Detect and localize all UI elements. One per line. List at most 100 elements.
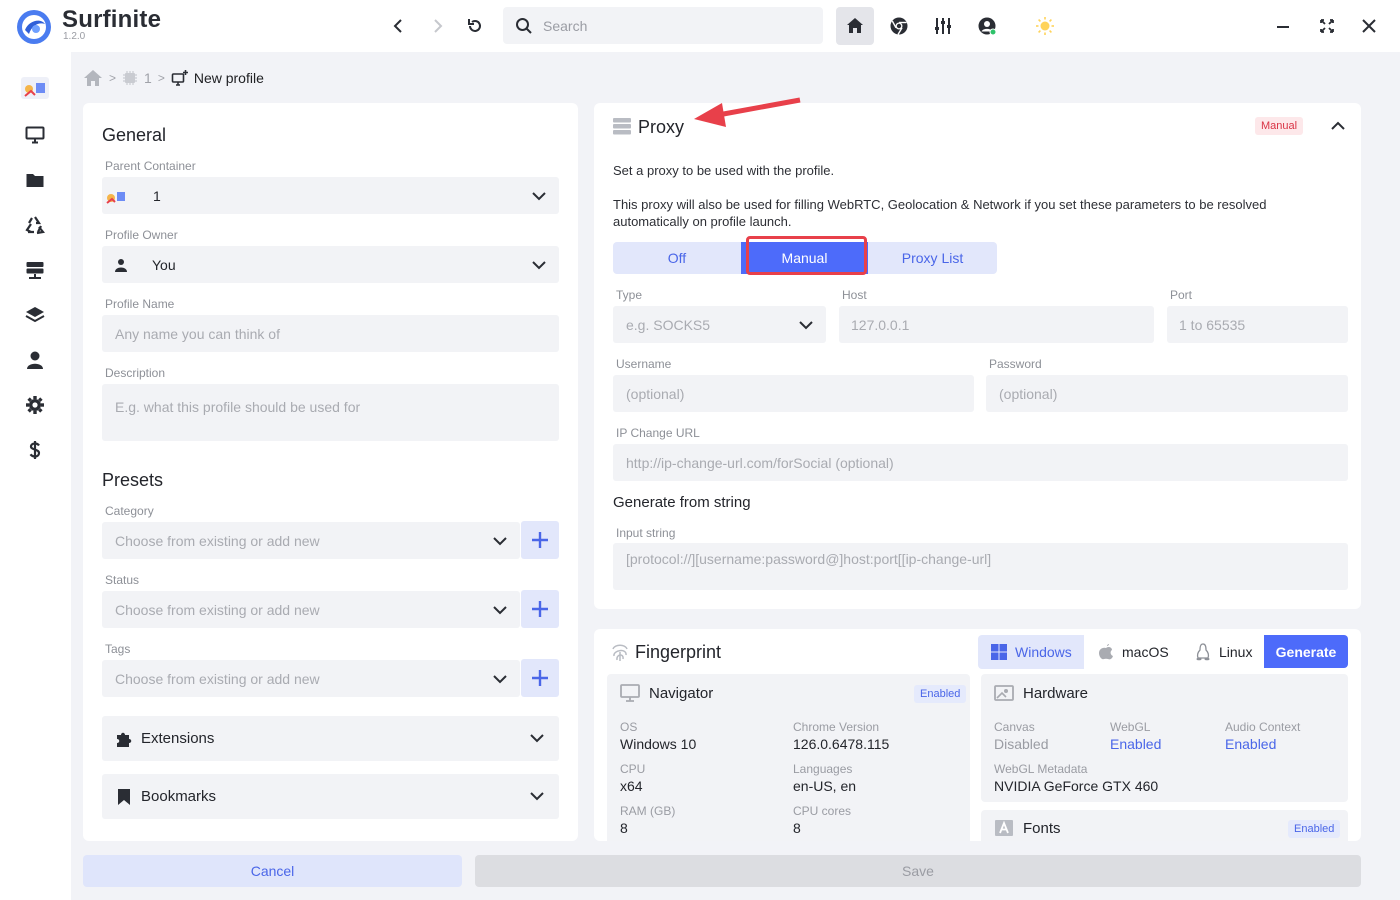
container-avatar-icon [106, 191, 125, 204]
home-icon[interactable] [83, 68, 103, 88]
chevron-down-icon [530, 734, 544, 743]
proxy-type-select[interactable]: e.g. SOCKS5 [613, 306, 826, 343]
reload-icon [468, 19, 481, 32]
search-box[interactable] [503, 7, 823, 44]
webgl-label: WebGL [1110, 720, 1151, 734]
sidebar-item-container-avatar[interactable] [18, 70, 52, 104]
proxy-status-badge: Manual [1255, 117, 1304, 135]
cancel-button[interactable]: Cancel [83, 855, 462, 887]
forward-button[interactable] [421, 10, 453, 42]
general-panel: General Parent Container 1 Profile Owner… [83, 103, 578, 841]
proxy-mode-list[interactable]: Proxy List [868, 242, 997, 274]
chrome-version-value: 126.0.6478.115 [793, 736, 890, 752]
os-value: Windows 10 [620, 736, 697, 752]
maximize-button[interactable] [1308, 7, 1346, 45]
navigator-badge: Enabled [914, 685, 967, 703]
os-tab-macos[interactable]: macOS [1097, 635, 1187, 669]
proxy-username-placeholder: (optional) [626, 385, 685, 402]
chevron-up-icon[interactable] [1330, 118, 1346, 134]
sidebar-item-folders[interactable] [20, 165, 50, 195]
proxy-username-label: Username [616, 357, 672, 371]
os-tab-windows[interactable]: Windows [978, 635, 1084, 669]
close-window-button[interactable] [1350, 7, 1388, 45]
os-label: OS [620, 720, 638, 734]
fonts-card: Fonts Enabled [981, 810, 1348, 841]
breadcrumb-separator: > [109, 71, 117, 85]
category-select[interactable]: Choose from existing or add new [102, 522, 520, 559]
proxy-mode-off[interactable]: Off [613, 242, 741, 274]
input-string-textarea[interactable]: [protocol://][username:password@]host:po… [613, 543, 1348, 590]
back-button[interactable] [383, 10, 415, 42]
proxy-password-input[interactable]: (optional) [986, 375, 1348, 412]
linux-icon [1196, 643, 1210, 661]
presets-title: Presets [102, 470, 164, 490]
proxy-username-input[interactable]: (optional) [613, 375, 974, 412]
proxy-port-label: Port [1170, 288, 1193, 302]
add-tag-button[interactable] [521, 659, 559, 697]
profile-name-placeholder: Any name you can think of [115, 325, 280, 342]
proxy-port-input[interactable]: 1 to 65535 [1167, 306, 1348, 343]
extensions-toggle[interactable]: Extensions [102, 716, 559, 761]
tags-select[interactable]: Choose from existing or add new [102, 660, 520, 697]
navigator-title: Navigator [649, 684, 714, 702]
home-icon [847, 18, 863, 33]
ram-label: RAM (GB) [620, 804, 676, 818]
profile-owner-value: You [152, 256, 176, 273]
theme-toggle-button[interactable] [1026, 7, 1064, 45]
extensions-label: Extensions [141, 730, 215, 747]
audio-context-value: Enabled [1225, 736, 1277, 752]
proxy-description-detail: This proxy will also be used for filling… [613, 197, 1267, 229]
sidebar-item-billing[interactable] [20, 435, 50, 465]
profile-name-input[interactable]: Any name you can think of [102, 315, 559, 352]
add-category-button[interactable] [521, 521, 559, 559]
cpu-cores-label: CPU cores [793, 804, 852, 818]
bookmarks-toggle[interactable]: Bookmarks [102, 774, 559, 819]
reload-button[interactable] [459, 10, 491, 42]
sidebar-item-profiles[interactable] [20, 120, 50, 150]
generate-fingerprint-button[interactable]: Generate [1264, 635, 1348, 668]
search-input[interactable] [543, 17, 803, 34]
proxy-host-input[interactable]: 127.0.0.1 [839, 306, 1154, 343]
puzzle-icon [117, 732, 132, 747]
category-label: Category [105, 504, 154, 518]
container-avatar-icon [21, 77, 49, 99]
account-button[interactable] [968, 7, 1006, 45]
bookmarks-label: Bookmarks [141, 788, 217, 805]
sidebar-item-recycle[interactable] [20, 210, 50, 240]
tags-placeholder: Choose from existing or add new [115, 670, 320, 687]
sliders-icon [935, 18, 951, 34]
plus-icon [532, 601, 548, 617]
breadcrumb-container[interactable]: 1 [144, 70, 152, 86]
ip-change-url-input[interactable]: http://ip-change-url.com/forSocial (opti… [613, 444, 1348, 481]
status-placeholder: Choose from existing or add new [115, 601, 320, 618]
breadcrumb-separator: > [157, 71, 165, 85]
webgl-value: Enabled [1110, 736, 1162, 752]
status-select[interactable]: Choose from existing or add new [102, 591, 520, 628]
description-textarea[interactable]: E.g. what this profile should be used fo… [102, 384, 559, 441]
minimize-button[interactable] [1264, 7, 1302, 45]
settings-sliders-button[interactable] [924, 7, 962, 45]
sidebar-item-settings[interactable] [20, 390, 50, 420]
browser-button[interactable] [880, 7, 918, 45]
sidebar-item-proxies[interactable] [20, 255, 50, 285]
home-button[interactable] [836, 7, 874, 45]
category-placeholder: Choose from existing or add new [115, 532, 320, 549]
search-icon [516, 17, 532, 34]
sidebar-item-users[interactable] [20, 345, 50, 375]
monitor-icon [25, 126, 45, 144]
expand-icon [1320, 19, 1334, 33]
proxy-type-placeholder: e.g. SOCKS5 [626, 316, 711, 333]
sidebar-item-layers[interactable] [20, 300, 50, 330]
profile-owner-select[interactable]: You [102, 246, 559, 283]
user-icon [115, 258, 127, 272]
description-label: Description [105, 366, 166, 380]
add-status-button[interactable] [521, 590, 559, 628]
save-button[interactable]: Save [475, 855, 1361, 887]
bookmark-icon [118, 788, 130, 805]
parent-container-select[interactable]: 1 [102, 177, 559, 214]
folder-icon [26, 174, 44, 187]
breadcrumb: > 1 > New profile [83, 66, 264, 90]
cpu-value: x64 [620, 778, 643, 794]
input-string-placeholder: [protocol://][username:password@]host:po… [626, 551, 992, 567]
os-tab-linux[interactable]: Linux [1194, 635, 1264, 669]
